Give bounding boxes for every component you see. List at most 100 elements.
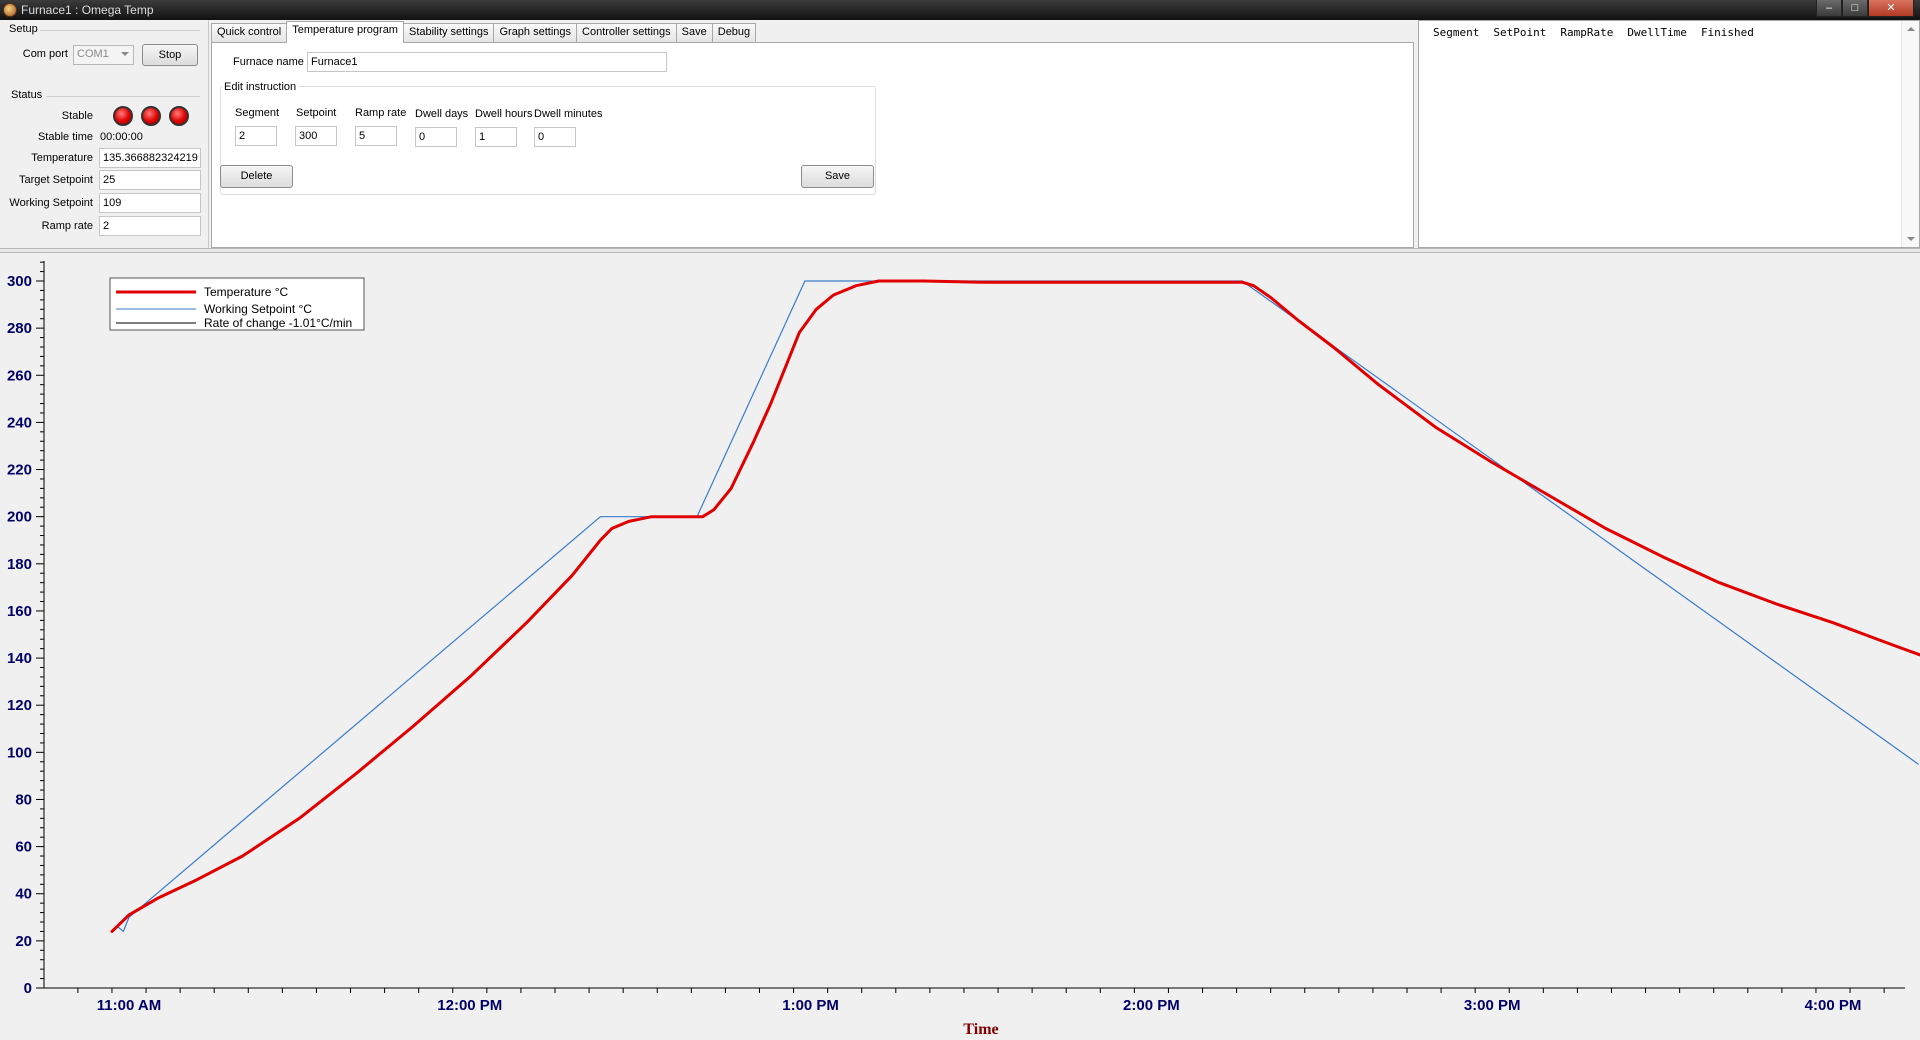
segment-list-scrollbar[interactable] (1901, 21, 1919, 247)
stable-indicator-1 (113, 106, 133, 126)
y-tick-label: 180 (7, 556, 32, 573)
chevron-down-icon (121, 52, 129, 56)
column-segment: Segment (1433, 26, 1480, 39)
x-tick-label: 12:00 PM (437, 997, 502, 1014)
window-controls: – □ ✕ (1816, 0, 1914, 18)
y-tick-label: 60 (15, 839, 32, 856)
dwell-hours-input[interactable]: 1 (475, 127, 517, 147)
chart-series (110, 279, 1920, 933)
com-port-value: COM1 (77, 48, 109, 60)
delete-button[interactable]: Delete (220, 165, 293, 188)
close-button[interactable]: ✕ (1868, 0, 1914, 17)
legend-temperature: Temperature °C (204, 285, 288, 299)
temperature-graph: 0 20 40 60 80 100 120 140 160 180 200 220 240 260 280 3… (0, 253, 1920, 1040)
x-tick-label: 3:00 PM (1464, 997, 1521, 1014)
status-group-label: Status (11, 89, 43, 101)
ramp-rate-input-label: Ramp rate (355, 107, 407, 119)
tab-quick-control[interactable]: Quick control (211, 23, 288, 43)
y-tick-label: 140 (7, 650, 32, 667)
tab-controller-settings[interactable]: Controller settings (576, 23, 677, 43)
target-setpoint-label: Target Setpoint (19, 174, 93, 186)
furnace-name-label: Furnace name (233, 56, 304, 68)
temperature-program-page: Furnace name Furnace1 Edit instruction S… (211, 42, 1414, 248)
segment-list-header: Segment SetPoint RampRate DwellTime Fini… (1433, 26, 1768, 39)
tab-graph-settings[interactable]: Graph settings (493, 23, 578, 43)
x-tick-label: 2:00 PM (1123, 997, 1180, 1014)
dwell-minutes-input[interactable]: 0 (534, 127, 576, 147)
chart-axes: 0 20 40 60 80 100 120 140 160 180 200 220 240 260 280 3… (7, 261, 1905, 1014)
tab-save[interactable]: Save (675, 23, 713, 43)
legend-rate-of-change: Rate of change -1.01°C/min (204, 316, 352, 330)
chart-legend: Temperature °C Working Setpoint °C Rate … (109, 277, 365, 331)
app-icon (3, 3, 17, 17)
setup-separator (40, 30, 200, 31)
column-setpoint: SetPoint (1493, 26, 1547, 39)
temperature-field: 135.366882324219 (99, 148, 201, 168)
dwell-days-label: Dwell days (415, 108, 469, 120)
segment-label: Segment (235, 107, 280, 119)
tab-temperature-program[interactable]: Temperature program (286, 21, 404, 43)
stable-time-label: Stable time (37, 131, 93, 143)
y-tick-label: 200 (7, 509, 32, 526)
ramp-rate-field: 2 (99, 216, 201, 236)
segment-input[interactable]: 2 (235, 126, 277, 146)
y-tick-label: 220 (7, 462, 32, 479)
tab-stability-settings[interactable]: Stability settings (402, 23, 495, 43)
com-port-select[interactable]: COM1 (73, 45, 134, 65)
target-setpoint-field: 25 (99, 170, 201, 190)
segment-list[interactable]: Segment SetPoint RampRate DwellTime Fini… (1418, 20, 1920, 248)
stop-button[interactable]: Stop (142, 44, 198, 66)
setpoint-label: Setpoint (296, 107, 337, 119)
x-tick-label: 4:00 PM (1805, 997, 1862, 1014)
edit-instruction-label: Edit instruction (222, 81, 299, 93)
x-tick-label: 11:00 AM (97, 997, 161, 1014)
x-axis-label: Time (963, 1021, 998, 1038)
dwell-minutes-label: Dwell minutes (534, 108, 603, 120)
series-working-setpoint (111, 280, 1919, 932)
dwell-days-input[interactable]: 0 (415, 127, 457, 147)
maximize-button[interactable]: □ (1842, 0, 1868, 17)
y-tick-label: 20 (15, 933, 32, 950)
stable-indicator-2 (141, 106, 161, 126)
y-tick-label: 260 (7, 367, 32, 384)
y-tick-label: 240 (7, 414, 32, 431)
stable-time-value: 00:00:00 (100, 131, 143, 143)
y-tick-label: 160 (7, 603, 32, 620)
temperature-label: Temperature (31, 152, 93, 164)
dwell-hours-label: Dwell hours (475, 108, 533, 120)
com-port-label: Com port (22, 48, 68, 60)
column-dwelltime: DwellTime (1627, 26, 1687, 39)
working-setpoint-label: Working Setpoint (9, 197, 93, 209)
left-panel: Setup Com port COM1 Stop Status Stable S… (0, 20, 209, 248)
setpoint-input[interactable]: 300 (295, 126, 337, 146)
scroll-up-icon[interactable] (1907, 27, 1915, 31)
y-tick-label: 300 (7, 273, 32, 290)
stable-label: Stable (61, 110, 93, 122)
window-title: Furnace1 : Omega Temp (21, 3, 154, 17)
y-tick-label: 80 (15, 791, 32, 808)
stable-indicator-3 (169, 106, 189, 126)
y-tick-label: 40 (15, 886, 32, 903)
x-tick-label: 1:00 PM (782, 997, 839, 1014)
tab-bar: Quick control Temperature program Stabil… (211, 21, 757, 43)
status-separator (46, 96, 200, 97)
temperature-chart: 0 20 40 60 80 100 120 140 160 180 200 220 240 260 280 3… (7, 261, 1920, 1038)
column-ramprate: RampRate (1560, 26, 1614, 39)
tab-debug[interactable]: Debug (711, 23, 757, 43)
series-temperature (110, 279, 1920, 933)
y-tick-label: 280 (7, 320, 32, 337)
minimize-button[interactable]: – (1816, 0, 1842, 17)
working-setpoint-field: 109 (99, 193, 201, 213)
legend-working-setpoint: Working Setpoint °C (204, 302, 312, 316)
column-finished: Finished (1700, 26, 1754, 39)
save-instruction-button[interactable]: Save (801, 165, 874, 188)
y-tick-label: 0 (24, 980, 32, 997)
y-tick-label: 120 (7, 697, 32, 714)
setup-group-label: Setup (9, 23, 38, 35)
y-tick-label: 100 (7, 744, 32, 761)
furnace-name-input[interactable]: Furnace1 (307, 52, 667, 72)
title-bar: Furnace1 : Omega Temp – □ ✕ (0, 0, 1920, 20)
ramp-rate-label: Ramp rate (41, 220, 93, 232)
scroll-down-icon[interactable] (1907, 237, 1915, 241)
ramp-rate-input[interactable]: 5 (355, 126, 397, 146)
